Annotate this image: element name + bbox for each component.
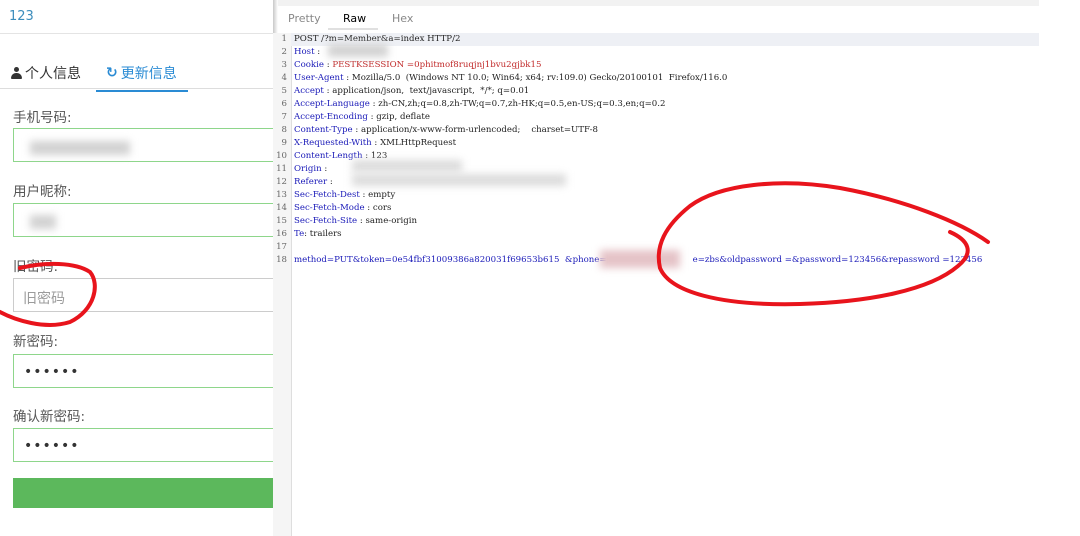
viewer-top-bar [273,0,1039,6]
nickname-input[interactable] [13,203,275,237]
request-line-16: 16 Te: trailers [276,229,342,239]
request-body-part2: e=zbs&oldpassword =&password=123456&repa… [692,255,983,265]
submit-button[interactable] [13,478,275,508]
tab-hex[interactable]: Hex [392,12,413,25]
redacted-referer [352,174,566,186]
request-line-8: 8 Content-Type : application/x-www-form-u… [281,125,598,135]
redacted-host [328,44,388,57]
new-password-label: 新密码: [13,334,59,350]
request-line-13: 13 Sec-Fetch-Dest : empty [276,190,396,200]
tab-raw[interactable]: Raw [343,12,366,25]
tab-pretty[interactable]: Pretty [288,12,321,25]
phone-label: 手机号码: [13,110,72,126]
nickname-label: 用户昵称: [13,184,72,200]
redacted-phone [30,141,130,155]
old-password-label: 旧密码: [13,259,59,275]
redacted-nickname [30,215,56,229]
request-line-2: 2 Host : [281,47,323,57]
confirm-password-label: 确认新密码: [13,409,86,425]
confirm-password-input[interactable]: •••••• [13,428,275,462]
old-password-placeholder: 旧密码 [23,291,65,307]
tab-update-info-label: 更新信息 [120,66,177,82]
request-line-4: 4 User-Agent : Mozilla/5.0 (Windows NT 10… [281,73,728,83]
request-line-11: 11 Origin : [276,164,331,174]
redacted-phone-value [600,250,680,268]
divider [0,33,273,34]
new-password-input[interactable]: •••••• [13,354,275,388]
request-line-9: 9 X-Requested-With : XMLHttpRequest [281,138,457,148]
redacted-origin [352,160,462,172]
profile-form-panel: 123 个人信息 ↻ 更新信息 手机号码: 用户昵称: 旧密码: 旧密码 新密码… [0,0,275,536]
old-password-input[interactable]: 旧密码 [13,278,275,312]
request-start-line: POST /?m=Member&a=index HTTP/2 [294,34,461,44]
refresh-icon: ↻ [106,65,118,81]
request-line-3: 3 Cookie : PESTKSESSION =0phitmof8ruqjnj1… [281,60,542,70]
new-password-value: •••••• [24,364,80,380]
header-text: 123 [9,9,34,24]
confirm-password-value: •••••• [24,438,80,454]
request-line-12: 12 Referer : [276,177,336,187]
request-line-17: 17 [276,242,287,252]
active-tab-indicator [328,28,378,30]
request-line-6: 6 Accept-Language : zh-CN,zh;q=0.8,zh-TW;… [281,99,666,109]
request-line-5: 5 Accept : application/json, text/javascr… [281,86,530,96]
request-body-part1: method=PUT&token=0e54fbf31009386a820031f… [294,255,607,265]
request-line-7: 7 Accept-Encoding : gzip, deflate [281,112,430,122]
phone-input[interactable] [13,128,275,162]
request-line-14: 14 Sec-Fetch-Mode : cors [276,203,392,213]
request-line-15: 15 Sec-Fetch-Site : same-origin [276,216,418,226]
tab-personal-info-label: 个人信息 [25,66,81,82]
tab-bar: 个人信息 ↻ 更新信息 [0,58,273,92]
user-icon [11,67,22,79]
tab-personal-info[interactable]: 个人信息 [11,63,81,83]
tab-update-info[interactable]: ↻ 更新信息 [96,63,188,92]
